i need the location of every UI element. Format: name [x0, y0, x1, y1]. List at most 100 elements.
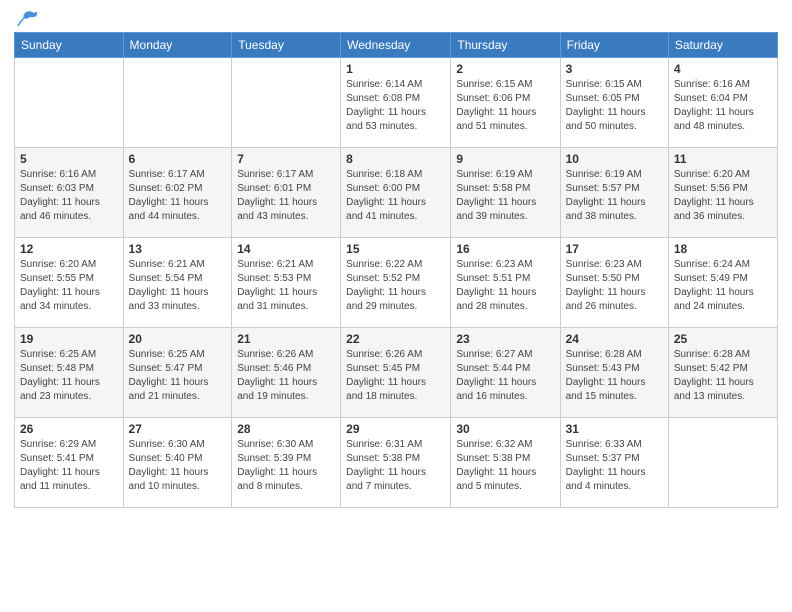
header	[14, 10, 778, 24]
day-number: 28	[237, 422, 335, 436]
logo	[14, 14, 38, 24]
day-number: 20	[129, 332, 227, 346]
calendar-week-row: 1 Sunrise: 6:14 AM Sunset: 6:08 PM Daylig…	[15, 58, 778, 148]
day-info: Sunrise: 6:19 AM Sunset: 5:58 PM Dayligh…	[456, 168, 554, 224]
calendar: SundayMondayTuesdayWednesdayThursdayFrid…	[14, 32, 778, 508]
weekday-header-sunday: Sunday	[15, 33, 124, 58]
weekday-header-tuesday: Tuesday	[232, 33, 341, 58]
calendar-cell: 27 Sunrise: 6:30 AM Sunset: 5:40 PM Dayli…	[123, 418, 232, 508]
day-number: 4	[674, 62, 772, 76]
day-info: Sunrise: 6:15 AM Sunset: 6:05 PM Dayligh…	[566, 78, 663, 134]
calendar-cell: 22 Sunrise: 6:26 AM Sunset: 5:45 PM Dayli…	[341, 328, 451, 418]
calendar-cell: 21 Sunrise: 6:26 AM Sunset: 5:46 PM Dayli…	[232, 328, 341, 418]
day-info: Sunrise: 6:21 AM Sunset: 5:53 PM Dayligh…	[237, 258, 335, 314]
weekday-header-saturday: Saturday	[668, 33, 777, 58]
calendar-week-row: 12 Sunrise: 6:20 AM Sunset: 5:55 PM Dayli…	[15, 238, 778, 328]
day-number: 2	[456, 62, 554, 76]
day-info: Sunrise: 6:23 AM Sunset: 5:51 PM Dayligh…	[456, 258, 554, 314]
day-number: 16	[456, 242, 554, 256]
calendar-cell: 26Sunrise: 6:29 AM Sunset: 5:41 PM Dayli…	[15, 418, 124, 508]
calendar-cell: 18 Sunrise: 6:24 AM Sunset: 5:49 PM Dayli…	[668, 238, 777, 328]
day-number: 8	[346, 152, 445, 166]
calendar-cell	[668, 418, 777, 508]
day-info: Sunrise: 6:16 AM Sunset: 6:04 PM Dayligh…	[674, 78, 772, 134]
weekday-header-thursday: Thursday	[451, 33, 560, 58]
day-info: Sunrise: 6:30 AM Sunset: 5:40 PM Dayligh…	[129, 438, 227, 494]
day-info: Sunrise: 6:19 AM Sunset: 5:57 PM Dayligh…	[566, 168, 663, 224]
day-info: Sunrise: 6:24 AM Sunset: 5:49 PM Dayligh…	[674, 258, 772, 314]
day-info: Sunrise: 6:26 AM Sunset: 5:46 PM Dayligh…	[237, 348, 335, 404]
calendar-cell: 19Sunrise: 6:25 AM Sunset: 5:48 PM Dayli…	[15, 328, 124, 418]
calendar-cell: 20 Sunrise: 6:25 AM Sunset: 5:47 PM Dayli…	[123, 328, 232, 418]
calendar-cell	[123, 58, 232, 148]
calendar-cell: 3Sunrise: 6:15 AM Sunset: 6:05 PM Daylig…	[560, 58, 668, 148]
day-number: 18	[674, 242, 772, 256]
calendar-cell: 23 Sunrise: 6:27 AM Sunset: 5:44 PM Dayli…	[451, 328, 560, 418]
page: SundayMondayTuesdayWednesdayThursdayFrid…	[0, 0, 792, 612]
calendar-cell: 5 Sunrise: 6:16 AM Sunset: 6:03 PM Daylig…	[15, 148, 124, 238]
calendar-cell: 25 Sunrise: 6:28 AM Sunset: 5:42 PM Dayli…	[668, 328, 777, 418]
calendar-cell: 15Sunrise: 6:22 AM Sunset: 5:52 PM Dayli…	[341, 238, 451, 328]
calendar-cell: 16 Sunrise: 6:23 AM Sunset: 5:51 PM Dayli…	[451, 238, 560, 328]
day-info: Sunrise: 6:18 AM Sunset: 6:00 PM Dayligh…	[346, 168, 445, 224]
day-number: 22	[346, 332, 445, 346]
day-info: Sunrise: 6:27 AM Sunset: 5:44 PM Dayligh…	[456, 348, 554, 404]
calendar-week-row: 5 Sunrise: 6:16 AM Sunset: 6:03 PM Daylig…	[15, 148, 778, 238]
day-number: 10	[566, 152, 663, 166]
calendar-cell: 31 Sunrise: 6:33 AM Sunset: 5:37 PM Dayli…	[560, 418, 668, 508]
day-number: 27	[129, 422, 227, 436]
calendar-cell: 24 Sunrise: 6:28 AM Sunset: 5:43 PM Dayli…	[560, 328, 668, 418]
calendar-week-row: 19Sunrise: 6:25 AM Sunset: 5:48 PM Dayli…	[15, 328, 778, 418]
day-info: Sunrise: 6:26 AM Sunset: 5:45 PM Dayligh…	[346, 348, 445, 404]
day-info: Sunrise: 6:32 AM Sunset: 5:38 PM Dayligh…	[456, 438, 554, 494]
calendar-cell	[232, 58, 341, 148]
calendar-cell: 10 Sunrise: 6:19 AM Sunset: 5:57 PM Dayli…	[560, 148, 668, 238]
logo-bird-icon	[16, 10, 38, 28]
day-number: 13	[129, 242, 227, 256]
day-number: 1	[346, 62, 445, 76]
day-info: Sunrise: 6:29 AM Sunset: 5:41 PM Dayligh…	[20, 438, 118, 494]
day-number: 19	[20, 332, 118, 346]
day-number: 15	[346, 242, 445, 256]
weekday-header-row: SundayMondayTuesdayWednesdayThursdayFrid…	[15, 33, 778, 58]
day-info: Sunrise: 6:14 AM Sunset: 6:08 PM Dayligh…	[346, 78, 445, 134]
day-number: 21	[237, 332, 335, 346]
day-number: 25	[674, 332, 772, 346]
day-number: 7	[237, 152, 335, 166]
day-info: Sunrise: 6:20 AM Sunset: 5:56 PM Dayligh…	[674, 168, 772, 224]
day-info: Sunrise: 6:16 AM Sunset: 6:03 PM Dayligh…	[20, 168, 118, 224]
day-number: 23	[456, 332, 554, 346]
day-info: Sunrise: 6:33 AM Sunset: 5:37 PM Dayligh…	[566, 438, 663, 494]
day-number: 31	[566, 422, 663, 436]
calendar-cell: 4 Sunrise: 6:16 AM Sunset: 6:04 PM Daylig…	[668, 58, 777, 148]
day-number: 12	[20, 242, 118, 256]
day-info: Sunrise: 6:28 AM Sunset: 5:42 PM Dayligh…	[674, 348, 772, 404]
calendar-cell: 14 Sunrise: 6:21 AM Sunset: 5:53 PM Dayli…	[232, 238, 341, 328]
day-number: 17	[566, 242, 663, 256]
day-info: Sunrise: 6:20 AM Sunset: 5:55 PM Dayligh…	[20, 258, 118, 314]
weekday-header-wednesday: Wednesday	[341, 33, 451, 58]
day-number: 6	[129, 152, 227, 166]
day-number: 5	[20, 152, 118, 166]
day-info: Sunrise: 6:25 AM Sunset: 5:47 PM Dayligh…	[129, 348, 227, 404]
calendar-cell: 2 Sunrise: 6:15 AM Sunset: 6:06 PM Daylig…	[451, 58, 560, 148]
calendar-cell: 8 Sunrise: 6:18 AM Sunset: 6:00 PM Daylig…	[341, 148, 451, 238]
day-info: Sunrise: 6:23 AM Sunset: 5:50 PM Dayligh…	[566, 258, 663, 314]
calendar-cell: 30 Sunrise: 6:32 AM Sunset: 5:38 PM Dayli…	[451, 418, 560, 508]
calendar-cell: 17 Sunrise: 6:23 AM Sunset: 5:50 PM Dayli…	[560, 238, 668, 328]
day-info: Sunrise: 6:30 AM Sunset: 5:39 PM Dayligh…	[237, 438, 335, 494]
weekday-header-friday: Friday	[560, 33, 668, 58]
day-number: 14	[237, 242, 335, 256]
calendar-cell: 11 Sunrise: 6:20 AM Sunset: 5:56 PM Dayli…	[668, 148, 777, 238]
day-number: 29	[346, 422, 445, 436]
day-number: 11	[674, 152, 772, 166]
calendar-cell: 9Sunrise: 6:19 AM Sunset: 5:58 PM Daylig…	[451, 148, 560, 238]
calendar-cell	[15, 58, 124, 148]
day-number: 24	[566, 332, 663, 346]
day-number: 30	[456, 422, 554, 436]
calendar-cell: 7Sunrise: 6:17 AM Sunset: 6:01 PM Daylig…	[232, 148, 341, 238]
day-info: Sunrise: 6:15 AM Sunset: 6:06 PM Dayligh…	[456, 78, 554, 134]
calendar-week-row: 26Sunrise: 6:29 AM Sunset: 5:41 PM Dayli…	[15, 418, 778, 508]
day-info: Sunrise: 6:28 AM Sunset: 5:43 PM Dayligh…	[566, 348, 663, 404]
calendar-cell: 29Sunrise: 6:31 AM Sunset: 5:38 PM Dayli…	[341, 418, 451, 508]
